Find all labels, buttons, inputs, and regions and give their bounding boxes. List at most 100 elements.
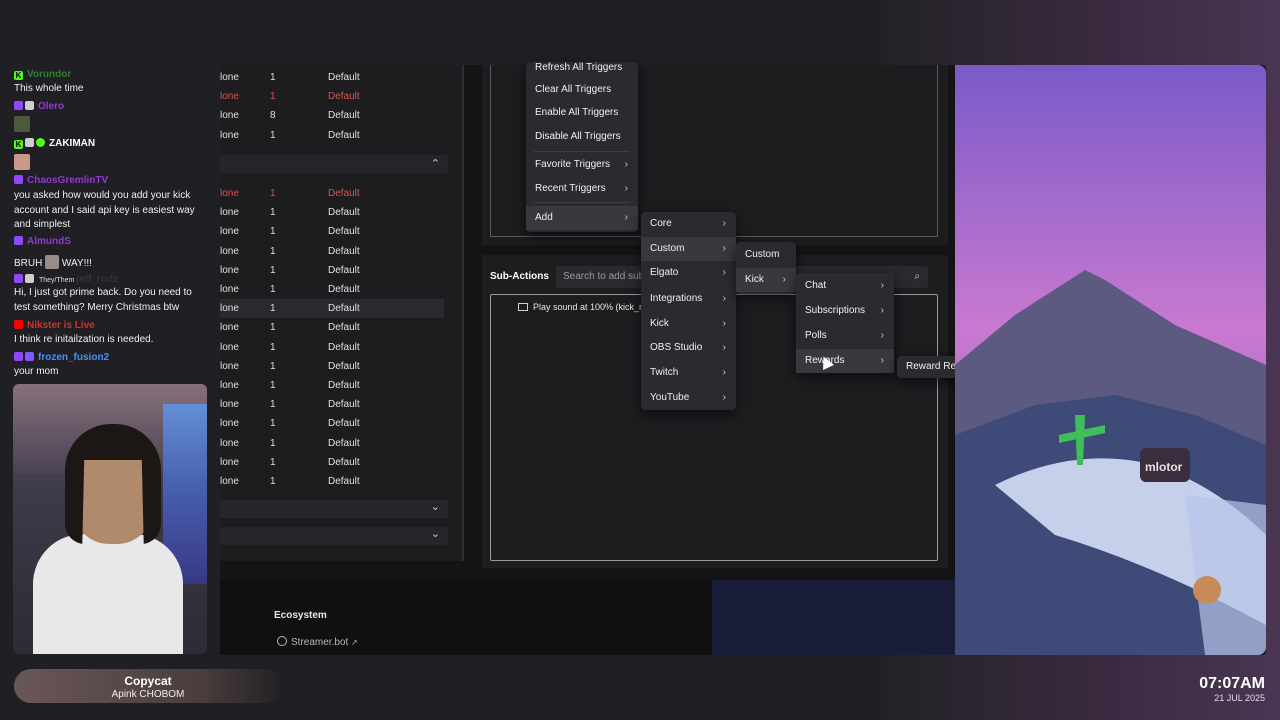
chevron-down-icon[interactable]: ⌄ [431,500,440,513]
table-cell-c3: Default [328,476,360,487]
group-header[interactable]: ⌃ [220,155,448,173]
menu-item-label: Chat [805,280,827,291]
table-cell-c1: lone [220,110,239,122]
chat-message-line: and simplest [14,219,71,230]
table-cell-c3: Default [328,207,360,219]
chat-username: jeff_rodz [76,274,119,285]
external-link-icon: ↗ [351,638,358,647]
menu-item-kick[interactable]: Kick › [641,312,736,336]
streamerbot-link[interactable]: Streamer.bot ↗ [277,636,358,648]
table-cell-c3: Default [328,264,360,276]
menu-item-label: Kick [745,274,764,285]
table-cell-c3: Default [328,341,360,353]
menu-item-label: Integrations [650,293,703,304]
table-cell-c1: lone [220,72,239,83]
menu-item-core[interactable]: Core › [641,212,736,236]
chat-message-line: account and I said api key is easiest wa… [14,205,195,216]
menu-item-custom-kick[interactable]: Kick › [736,268,796,292]
table-cell-c2: 1 [270,284,276,295]
table-row[interactable]: lone 1 Default [220,87,444,106]
badge-icon [25,274,34,283]
triggers-context-menu: Refresh All Triggers Clear All Triggers … [526,62,638,232]
menu-item-integrations[interactable]: Integrations › [641,287,736,311]
twitch-icon [14,274,23,283]
menu-item-custom-custom[interactable]: Custom [736,243,796,267]
subaction-label: Play sound at 100% (kick_r [533,302,643,312]
table-row[interactable]: lone 1 Default [220,68,444,87]
menu-item-enable-all-triggers[interactable]: Enable All Triggers [526,101,638,125]
table-row[interactable]: lone 1 Default [220,242,444,261]
menu-item-rewards[interactable]: Rewards › [796,349,894,373]
chevron-down-icon[interactable]: ⌄ [431,527,440,540]
table-cell-c2: 1 [270,322,276,334]
table-row[interactable]: lone 1 Default [220,395,444,414]
table-row[interactable]: lone 1 Default [220,472,444,491]
table-row[interactable]: lone 1 Default [220,222,444,241]
chevron-right-icon: › [880,330,884,341]
emote-icon [14,154,30,170]
ecosystem-title: Ecosystem [274,610,327,621]
chevron-right-icon: › [880,280,884,291]
table-cell-c1: lone [220,226,239,238]
table-cell-c1: lone [220,399,239,411]
table-row[interactable]: lone 1 Default [220,126,444,145]
menu-item-refresh-all-triggers[interactable]: Refresh All Triggers [526,56,638,80]
table-row[interactable]: lone 1 Default [220,203,444,222]
table-cell-c1: lone [220,91,239,103]
table-row[interactable]: lone 1 Default [220,376,444,395]
chevron-right-icon: › [624,159,628,170]
table-cell-c1: lone [220,264,239,276]
menu-item-recent-triggers[interactable]: Recent Triggers › [526,177,638,201]
menu-item-label: Twitch [650,367,679,378]
table-row[interactable]: lone 1 Default [220,434,444,453]
table-row[interactable]: lone 1 Default [220,299,444,319]
table-row[interactable]: lone 1 Default [220,280,444,299]
menu-item-label: Subscriptions [805,305,866,316]
chat-message: This whole time [14,83,84,94]
twitch-icon [14,352,23,361]
sound-icon [518,303,528,311]
menu-item-chat[interactable]: Chat › [796,274,894,298]
table-cell-c1: lone [220,207,239,219]
menu-item-disable-all-triggers[interactable]: Disable All Triggers [526,125,638,149]
search-icon[interactable]: ⌕ [914,266,920,288]
emote-icon [45,255,60,269]
table-cell-c2: 1 [270,188,276,199]
character [1193,576,1221,604]
chat-username: AlmundS [27,236,71,247]
chat-message: your mom [14,366,59,377]
table-row[interactable]: lone 1 Default [220,261,444,280]
table-row[interactable]: lone 1 Default [220,318,444,337]
clock-date: 21 JUL 2025 [1214,693,1265,703]
menu-item-subscriptions[interactable]: Subscriptions › [796,299,894,323]
menu-item-youtube[interactable]: YouTube › [641,386,736,410]
menu-item-custom[interactable]: Custom › [641,237,736,261]
table-cell-c2: 1 [270,341,276,353]
menu-item-polls[interactable]: Polls › [796,324,894,348]
table-row[interactable]: lone 8 Default [220,106,444,125]
table-cell-c3: Default [328,226,360,238]
chevron-right-icon: › [880,355,884,366]
table-row[interactable]: lone 1 Default [220,453,444,472]
menu-item-label: YouTube [650,392,690,403]
table-row[interactable]: lone 1 Default [220,338,444,357]
menu-item-favorite-triggers[interactable]: Favorite Triggers › [526,153,638,177]
table-cell-c3: Default [328,456,360,468]
table-row[interactable]: lone 1 Default [220,414,444,433]
actions-table: lone 1 Default lone 1 Default lone 8 Default lone… [220,65,464,561]
group-header-collapsed[interactable]: ⌄ [220,500,448,518]
table-cell-c1: lone [220,380,239,391]
menu-item-clear-all-triggers[interactable]: Clear All Triggers [526,78,638,102]
table-row[interactable]: lone 1 Default [220,184,444,203]
menu-item-add[interactable]: Add › [526,206,638,230]
menu-separator [534,202,630,203]
chat-username: ChaosGremlinTV [27,175,109,186]
chat-username: frozen_fusion2 [38,352,110,363]
table-cell-c2: 1 [270,264,276,276]
group-header-collapsed[interactable]: ⌄ [220,527,448,545]
menu-item-twitch[interactable]: Twitch › [641,361,736,385]
menu-item-obs-studio[interactable]: OBS Studio › [641,336,736,360]
table-row[interactable]: lone 1 Default [220,357,444,376]
menu-item-elgato[interactable]: Elgato › [641,261,736,285]
chevron-up-icon[interactable]: ⌃ [431,157,440,170]
